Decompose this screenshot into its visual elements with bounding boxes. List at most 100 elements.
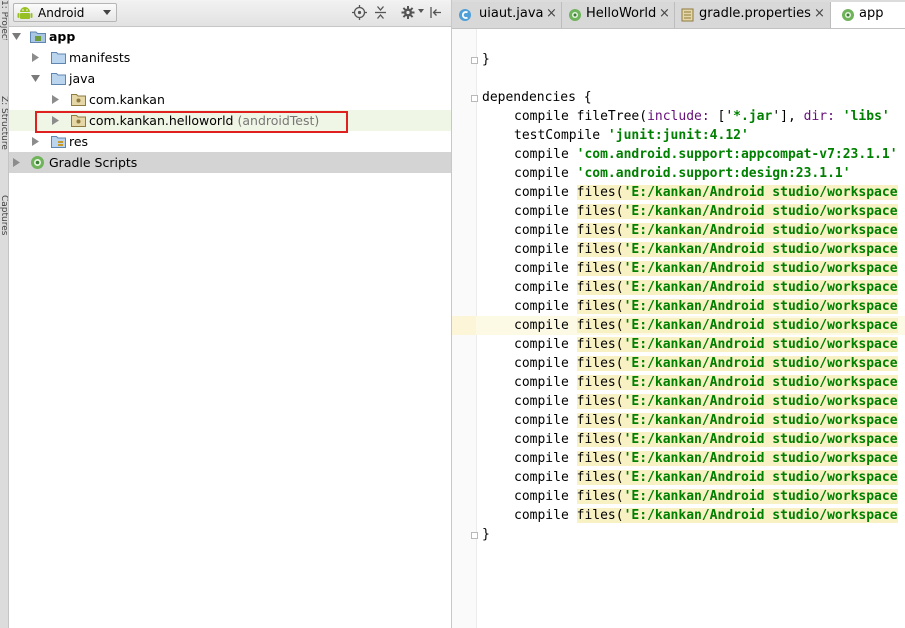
code-string: 'E:/kankan/Android studio/workspace	[623, 185, 898, 200]
code-token: compile	[514, 394, 577, 409]
folder-icon	[51, 73, 66, 85]
tab-label: HelloWorld	[586, 6, 657, 21]
hide-panel-icon[interactable]	[429, 5, 443, 20]
code-line: compile fileTree(include: ['*.jar'], dir…	[514, 107, 890, 126]
code-token: files(	[576, 451, 624, 466]
fold-marker-icon[interactable]	[471, 532, 478, 539]
tab-gradle-properties[interactable]: gradle.properties ×	[675, 2, 831, 28]
code-files-call: files('E:/kankan/Android studio/workspac…	[576, 318, 898, 333]
code-param: dir:	[803, 109, 835, 124]
code-line: compile files('E:/kankan/Android studio/…	[514, 221, 898, 240]
code-string: 'E:/kankan/Android studio/workspace	[623, 451, 898, 466]
tab-helloworld[interactable]: HelloWorld ×	[562, 2, 675, 28]
code-line: compile 'com.android.support:design:23.1…	[514, 164, 851, 183]
code-line: compile files('E:/kankan/Android studio/…	[514, 468, 898, 487]
code-token: compile	[514, 147, 577, 162]
tree-item-com-kankan[interactable]: com.kankan	[9, 89, 451, 110]
code-line: compile files('E:/kankan/Android studio/…	[514, 506, 898, 525]
tree-item-gradle-scripts[interactable]: Gradle Scripts	[9, 152, 451, 173]
tab-label: uiaut.java	[479, 6, 544, 21]
expand-arrow-icon[interactable]	[31, 75, 40, 83]
code-token: testCompile	[514, 128, 608, 143]
tab-uiaut-java[interactable]: uiaut.java ×	[452, 2, 562, 28]
close-icon[interactable]: ×	[814, 2, 825, 26]
code-string: 'junit:junit:4.12'	[607, 128, 749, 143]
tool-tab-structure[interactable]: Z: Structure	[0, 96, 8, 156]
tool-tab-captures[interactable]: Captures	[0, 195, 8, 245]
code-string: 'E:/kankan/Android studio/workspace	[623, 242, 898, 257]
code-string: 'E:/kankan/Android studio/workspace	[623, 489, 898, 504]
tab-label: gradle.properties	[699, 6, 811, 21]
expand-arrow-icon[interactable]	[12, 33, 21, 41]
code-files-call: files('E:/kankan/Android studio/workspac…	[576, 204, 898, 219]
module-icon	[30, 31, 46, 43]
code-token: compile	[514, 280, 577, 295]
tree-item-app[interactable]: app	[9, 26, 451, 47]
code-token: files(	[576, 318, 624, 333]
tab-label: app	[859, 6, 884, 21]
code-files-call: files('E:/kankan/Android studio/workspac…	[576, 299, 898, 314]
tree-item-label: java	[69, 71, 96, 86]
collapsed-arrow-icon[interactable]	[13, 158, 20, 167]
gear-icon[interactable]	[401, 5, 417, 20]
code-string: 'E:/kankan/Android studio/workspace	[623, 394, 898, 409]
code-token: files(	[576, 432, 624, 447]
code-files-call: files('E:/kankan/Android studio/workspac…	[576, 394, 898, 409]
tool-tab-project[interactable]: 1: Project	[0, 0, 8, 40]
fold-marker-icon[interactable]	[471, 57, 478, 64]
collapsed-arrow-icon[interactable]	[52, 95, 59, 104]
tree-item-java[interactable]: java	[9, 68, 451, 89]
code-string: 'libs'	[834, 109, 890, 124]
code-token: '],	[772, 109, 804, 124]
code-token: files(	[576, 223, 624, 238]
code-line: compile files('E:/kankan/Android studio/…	[514, 240, 898, 259]
code-line: }	[482, 525, 490, 544]
code-string: 'E:/kankan/Android studio/workspace	[623, 470, 898, 485]
code-token: compile	[514, 204, 577, 219]
code-dependencies: dependencies {	[482, 90, 592, 105]
code-string: 'E:/kankan/Android studio/workspace	[623, 432, 898, 447]
chevron-down-icon[interactable]	[418, 9, 424, 13]
project-view-label: Android	[38, 6, 85, 20]
code-string: 'E:/kankan/Android studio/workspace	[623, 280, 898, 295]
code-token: compile	[514, 185, 577, 200]
code-token: compile	[514, 223, 577, 238]
project-view-selector[interactable]: Android	[13, 3, 117, 22]
chevron-down-icon	[103, 10, 111, 15]
scroll-from-source-icon[interactable]	[352, 5, 367, 20]
editor-tab-bar: uiaut.java × HelloWorld × gradle.propert…	[452, 0, 905, 29]
gradle-icon	[842, 9, 854, 21]
code-token: compile fileTree(	[514, 109, 648, 124]
code-files-call: files('E:/kankan/Android studio/workspac…	[576, 337, 898, 352]
tree-item-res[interactable]: res	[9, 131, 451, 152]
code-string: 'com.android.support:design:23.1.1'	[576, 166, 851, 181]
code-brace: }	[482, 527, 490, 542]
code-string: 'E:/kankan/Android studio/workspace	[623, 223, 898, 238]
close-icon[interactable]: ×	[659, 2, 670, 26]
collapsed-arrow-icon[interactable]	[32, 53, 39, 62]
code-token: compile	[514, 337, 577, 352]
collapse-all-icon[interactable]	[373, 5, 388, 20]
code-token: files(	[576, 299, 624, 314]
tool-window-strip: 1: Project Z: Structure Captures	[0, 0, 9, 628]
code-token: compile	[514, 242, 577, 257]
caret-line-gutter	[452, 316, 476, 335]
code-line: compile files('E:/kankan/Android studio/…	[514, 487, 898, 506]
fold-marker-icon[interactable]	[471, 95, 478, 102]
code-line: compile files('E:/kankan/Android studio/…	[514, 202, 898, 221]
code-token: files(	[576, 337, 624, 352]
code-token: files(	[576, 204, 624, 219]
code-string: 'E:/kankan/Android studio/workspace	[623, 413, 898, 428]
gradle-icon	[569, 9, 581, 21]
editor-area: uiaut.java × HelloWorld × gradle.propert…	[452, 0, 905, 628]
tab-app[interactable]: app	[831, 2, 905, 28]
code-line: testCompile 'junit:junit:4.12'	[514, 126, 749, 145]
close-icon[interactable]: ×	[546, 2, 557, 26]
code-line: compile files('E:/kankan/Android studio/…	[514, 259, 898, 278]
collapsed-arrow-icon[interactable]	[32, 137, 39, 146]
code-string: 'E:/kankan/Android studio/workspace	[623, 508, 898, 523]
code-token: compile	[514, 166, 577, 181]
tree-item-manifests[interactable]: manifests	[9, 47, 451, 68]
properties-icon	[681, 8, 694, 22]
code-line: }	[482, 50, 490, 69]
